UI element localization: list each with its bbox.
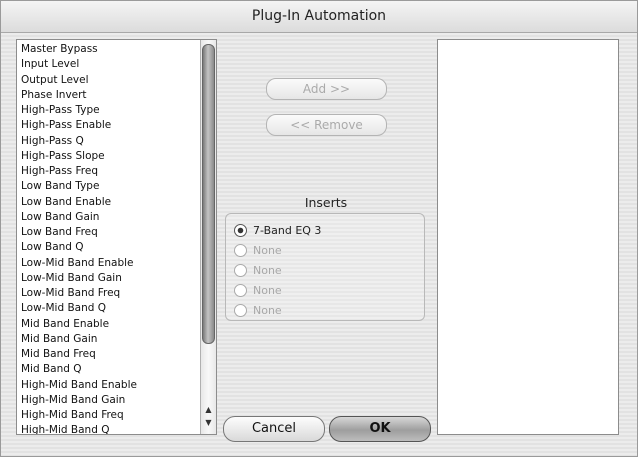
parameter-item[interactable]: Low Band Type xyxy=(21,179,216,194)
parameter-item[interactable]: Input Level xyxy=(21,57,216,72)
parameter-item[interactable]: High-Pass Q xyxy=(21,134,216,149)
parameter-item[interactable]: High-Mid Band Gain xyxy=(21,393,216,408)
parameter-item[interactable]: Low Band Enable xyxy=(21,195,216,210)
insert-label: None xyxy=(253,264,282,277)
parameter-item[interactable]: Low-Mid Band Enable xyxy=(21,256,216,271)
automated-parameters-list[interactable] xyxy=(437,39,619,435)
insert-radio-4[interactable]: None xyxy=(234,282,282,300)
parameter-item[interactable]: Low-Mid Band Freq xyxy=(21,286,216,301)
scroll-up-arrow-icon[interactable]: ▲ xyxy=(201,404,216,416)
radio-button-icon[interactable] xyxy=(234,283,247,297)
parameter-list-items: Master Bypass Input Level Output Level Phas… xyxy=(17,40,216,434)
insert-radio-1[interactable]: 7-Band EQ 3 xyxy=(234,222,321,240)
insert-radio-3[interactable]: None xyxy=(234,262,282,280)
radio-button-icon[interactable] xyxy=(234,223,247,237)
scrollbar-thumb[interactable] xyxy=(202,44,215,344)
parameter-item[interactable]: Mid Band Freq xyxy=(21,347,216,362)
parameter-item[interactable]: Low Band Q xyxy=(21,240,216,255)
parameter-list[interactable]: Master Bypass Input Level Output Level Phas… xyxy=(16,39,217,435)
scroll-down-arrow-icon[interactable]: ▼ xyxy=(201,417,216,429)
parameter-item[interactable]: Mid Band Gain xyxy=(21,332,216,347)
insert-radio-5[interactable]: None xyxy=(234,302,282,320)
add-button[interactable]: Add >> xyxy=(266,78,387,100)
ok-button[interactable]: OK xyxy=(329,416,431,442)
parameter-item[interactable]: High-Pass Enable xyxy=(21,118,216,133)
parameter-item[interactable]: Low Band Freq xyxy=(21,225,216,240)
parameter-item[interactable]: Output Level xyxy=(21,73,216,88)
plugin-automation-window: Plug-In Automation Master Bypass Input Le… xyxy=(0,0,638,457)
parameter-item[interactable]: Mid Band Enable xyxy=(21,317,216,332)
cancel-button[interactable]: Cancel xyxy=(223,416,325,442)
insert-label: None xyxy=(253,304,282,317)
radio-button-icon[interactable] xyxy=(234,243,247,257)
parameter-item[interactable]: High-Pass Freq xyxy=(21,164,216,179)
parameter-item[interactable]: Low-Mid Band Q xyxy=(21,301,216,316)
insert-label: None xyxy=(253,244,282,257)
parameter-item[interactable]: Phase Invert xyxy=(21,88,216,103)
parameter-item[interactable]: High-Mid Band Freq xyxy=(21,408,216,423)
parameter-item[interactable]: High-Mid Band Q xyxy=(21,423,216,434)
inserts-group: 7-Band EQ 3 None None None None xyxy=(225,213,425,321)
parameter-item[interactable]: High-Pass Slope xyxy=(21,149,216,164)
remove-button[interactable]: << Remove xyxy=(266,114,387,136)
parameter-item[interactable]: Low-Mid Band Gain xyxy=(21,271,216,286)
insert-label: None xyxy=(253,284,282,297)
insert-radio-2[interactable]: None xyxy=(234,242,282,260)
radio-button-icon[interactable] xyxy=(234,263,247,277)
radio-button-icon[interactable] xyxy=(234,303,247,317)
parameter-list-scrollbar[interactable]: ▲ ▼ xyxy=(200,40,216,434)
inserts-title: Inserts xyxy=(304,195,348,210)
parameter-item[interactable]: Low Band Gain xyxy=(21,210,216,225)
window-title: Plug-In Automation xyxy=(1,1,637,33)
parameter-item[interactable]: Mid Band Q xyxy=(21,362,216,377)
parameter-item[interactable]: High-Pass Type xyxy=(21,103,216,118)
parameter-item[interactable]: Master Bypass xyxy=(21,42,216,57)
insert-label: 7-Band EQ 3 xyxy=(253,224,322,237)
parameter-item[interactable]: High-Mid Band Enable xyxy=(21,378,216,393)
